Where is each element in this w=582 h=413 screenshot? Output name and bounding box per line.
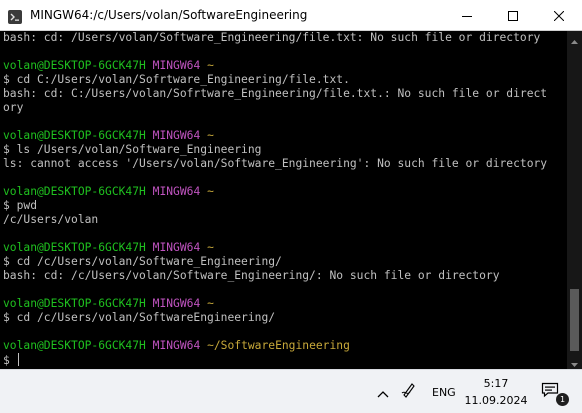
terminal-line: ory	[3, 101, 567, 115]
terminal-text: $ pwd	[3, 199, 38, 212]
terminal-line: /c/Users/volan	[3, 213, 567, 227]
terminal-line: volan@DESKTOP-6GCK47H MINGW64 ~	[3, 297, 567, 311]
terminal-line: $	[3, 353, 567, 367]
terminal-text: $ ls /Users/volan/Software_Engineering	[3, 143, 262, 156]
terminal-text: $	[3, 354, 17, 367]
terminal-text: bash: cd: /c/Users/volan/Software_Engine…	[3, 269, 500, 282]
prompt-system: MINGW64	[152, 241, 201, 254]
prompt-path: ~	[207, 59, 214, 72]
prompt-path: ~	[207, 129, 214, 142]
close-button[interactable]	[536, 0, 582, 30]
terminal-line: bash: cd: C:/Users/volan/Sofrtware_Engin…	[3, 87, 567, 101]
terminal-line: $ cd /c/Users/volan/Software_Engineering…	[3, 255, 567, 269]
prompt-system: MINGW64	[152, 59, 201, 72]
pen-icon	[400, 381, 418, 403]
tray-overflow-button[interactable]	[373, 382, 393, 402]
terminal-text: bash: cd: /Users/volan/Software_Engineer…	[3, 31, 541, 44]
minimize-icon	[462, 6, 472, 25]
terminal-text: $ cd /c/Users/volan/Software_Engineering…	[3, 255, 282, 268]
scroll-down-button[interactable]	[567, 354, 582, 369]
prompt-path: ~/SoftwareEngineering	[207, 339, 350, 352]
prompt-user-host: volan@DESKTOP-6GCK47H	[3, 241, 146, 254]
terminal-line: $ ls /Users/volan/Software_Engineering	[3, 143, 567, 157]
terminal-text: bash: cd: C:/Users/volan/Sofrtware_Engin…	[3, 87, 548, 100]
terminal-text: /c/Users/volan	[3, 213, 99, 226]
terminal-line: $ pwd	[3, 199, 567, 213]
window-title: MINGW64:/c/Users/volan/SoftwareEngineeri…	[30, 8, 308, 22]
prompt-user-host: volan@DESKTOP-6GCK47H	[3, 185, 146, 198]
clock-time[interactable]: 5:17	[470, 377, 522, 390]
terminal-line: bash: cd: /c/Users/volan/Software_Engine…	[3, 269, 567, 283]
scroll-up-button[interactable]	[567, 31, 582, 46]
mingw-terminal-icon[interactable]	[8, 9, 22, 24]
terminal-scrollbar[interactable]	[567, 31, 582, 369]
terminal-text: $ cd C:/Users/volan/Sofrtware_Engineerin…	[3, 73, 350, 86]
scroll-thumb[interactable]	[570, 289, 579, 351]
prompt-path: ~	[207, 241, 214, 254]
close-icon	[553, 6, 565, 25]
prompt-path: ~	[207, 297, 214, 310]
taskbar: ENG 5:17 11.09.2024 1	[0, 369, 582, 413]
prompt-system: MINGW64	[152, 339, 201, 352]
terminal-line: bash: cd: /Users/volan/Software_Engineer…	[3, 31, 567, 45]
prompt-user-host: volan@DESKTOP-6GCK47H	[3, 59, 146, 72]
terminal-line: volan@DESKTOP-6GCK47H MINGW64 ~	[3, 241, 567, 255]
chevron-up-icon	[377, 383, 389, 402]
terminal-line: $ cd C:/Users/volan/Sofrtware_Engineerin…	[3, 73, 567, 87]
terminal-output[interactable]: bash: cd: /Users/volan/Software_Engineer…	[0, 31, 567, 369]
terminal-line: ls: cannot access '/Users/volan/Software…	[3, 157, 567, 171]
maximize-icon	[508, 6, 518, 25]
notification-count-badge: 1	[556, 393, 569, 406]
clock-date[interactable]: 11.09.2024	[462, 394, 530, 407]
terminal-text: ory	[3, 101, 24, 114]
terminal-line: volan@DESKTOP-6GCK47H MINGW64 ~	[3, 129, 567, 143]
terminal-line: volan@DESKTOP-6GCK47H MINGW64 ~	[3, 59, 567, 73]
prompt-user-host: volan@DESKTOP-6GCK47H	[3, 297, 146, 310]
terminal-line: volan@DESKTOP-6GCK47H MINGW64 ~	[3, 185, 567, 199]
scroll-up-icon	[571, 29, 578, 48]
terminal-text: ls: cannot access '/Users/volan/Software…	[3, 157, 548, 170]
prompt-path: ~	[207, 185, 214, 198]
prompt-system: MINGW64	[152, 129, 201, 142]
terminal-text: $ cd /c/Users/volan/SoftwareEngineering/	[3, 311, 276, 324]
input-language[interactable]: ENG	[432, 386, 456, 399]
terminal-line: $ cd /c/Users/volan/SoftwareEngineering/	[3, 311, 567, 325]
prompt-system: MINGW64	[152, 185, 201, 198]
pen-menu-button[interactable]	[398, 381, 420, 403]
minimize-button[interactable]	[444, 0, 490, 30]
prompt-user-host: volan@DESKTOP-6GCK47H	[3, 129, 146, 142]
terminal-line: volan@DESKTOP-6GCK47H MINGW64 ~/Software…	[3, 339, 567, 353]
prompt-system: MINGW64	[152, 297, 201, 310]
prompt-user-host: volan@DESKTOP-6GCK47H	[3, 339, 146, 352]
title-bar[interactable]: MINGW64:/c/Users/volan/SoftwareEngineeri…	[0, 0, 582, 31]
maximize-button[interactable]	[490, 0, 536, 30]
text-cursor	[17, 353, 19, 366]
